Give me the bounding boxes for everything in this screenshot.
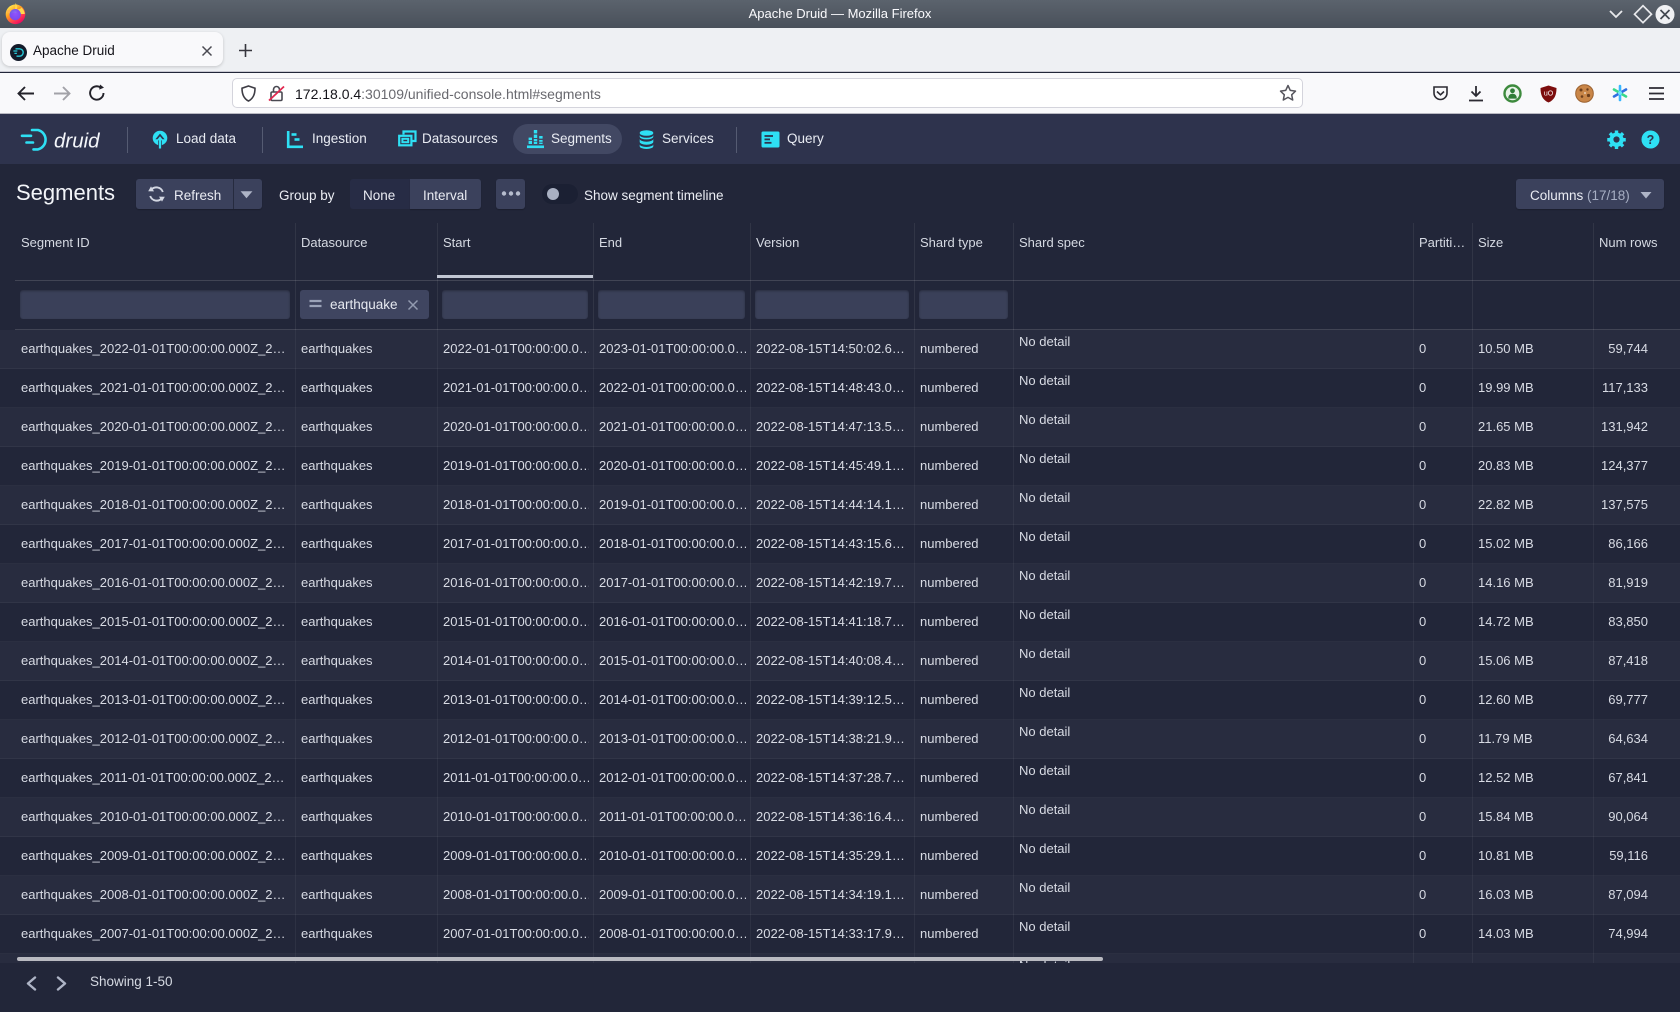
svg-text:druid: druid	[54, 130, 100, 153]
svg-text:?: ?	[1647, 133, 1655, 147]
svg-text:uO: uO	[1544, 91, 1554, 98]
